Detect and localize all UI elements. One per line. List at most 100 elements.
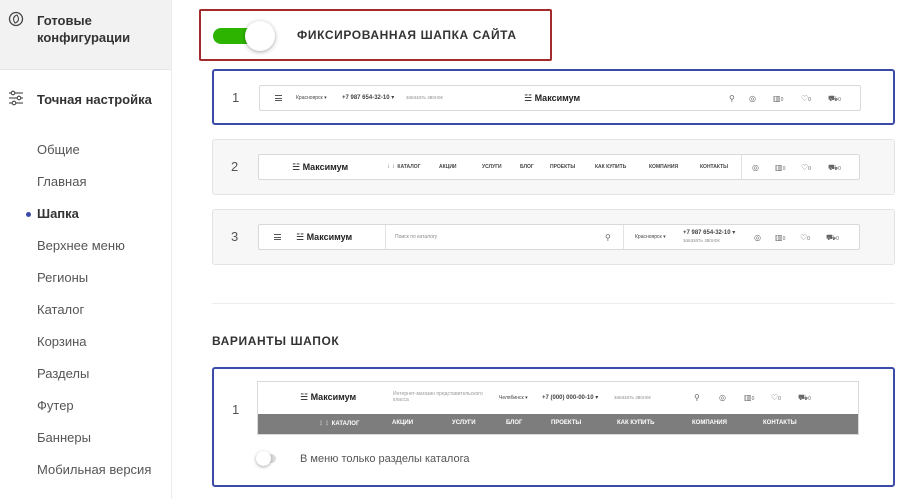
preview-nav-item: УСЛУГИ	[482, 164, 502, 170]
favorites-icon: ♡0	[771, 393, 781, 403]
toggle-knob	[245, 21, 275, 51]
ready-configs-title: Готовые конфигурации	[37, 13, 131, 45]
sliders-icon	[9, 90, 23, 106]
preview-phone: +7 987 654-32-10 ▾	[683, 230, 736, 236]
header-variant-1[interactable]: 1 ☱ Максимум Интернет-магазин представит…	[212, 367, 895, 487]
logo-text: Максимум	[310, 392, 357, 402]
preview-divider	[385, 225, 386, 249]
preview-divider	[741, 155, 742, 179]
preview-nav-item: АКЦИИ	[392, 420, 414, 426]
user-icon: ◎	[719, 393, 726, 402]
compare-badge: 0	[751, 396, 755, 402]
fine-settings-title: Точная настройка	[37, 92, 152, 107]
variant-number: 1	[232, 90, 240, 105]
cart-icon: ⛟0	[798, 393, 811, 403]
catalog-sections-toggle[interactable]	[256, 451, 278, 466]
favorites-badge: 0	[808, 166, 811, 172]
logo-mark-icon: ☱	[296, 232, 307, 242]
preview-logo: ☱ Максимум	[524, 93, 580, 104]
preview-nav-item: БЛОГ	[520, 164, 534, 170]
logo-text: Максимум	[534, 93, 581, 103]
sidebar-item-mobile[interactable]: Мобильная версия	[0, 461, 172, 499]
fixed-header-label: ФИКСИРОВАННАЯ ШАПКА САЙТА	[297, 28, 517, 42]
search-icon: ⚲	[729, 94, 735, 103]
preview-city: Красноярск ▾	[296, 95, 327, 101]
variant-number: 3	[231, 229, 239, 244]
preview-nav-item: АКЦИИ	[439, 164, 457, 170]
burger-icon	[274, 234, 281, 240]
user-icon: ◎	[754, 233, 761, 242]
toggle-knob	[256, 451, 271, 466]
preview-nav-item: БЛОГ	[506, 420, 523, 426]
cart-badge: 0	[838, 166, 841, 172]
variant-number: 2	[231, 159, 239, 174]
preview-nav-item: КАК КУПИТЬ	[617, 420, 655, 426]
preview-logo: ☱ Максимум	[300, 392, 356, 403]
cart-icon: ⛟0	[826, 233, 839, 243]
configs-icon	[8, 11, 24, 27]
fixed-header-setting: ФИКСИРОВАННАЯ ШАПКА САЙТА	[199, 9, 552, 61]
sidebar-item-cart[interactable]: Корзина	[0, 333, 172, 365]
preview-nav-item: КОНТАКТЫ	[700, 164, 729, 170]
fixed-variant-3[interactable]: 3 ☱ Максимум Поиск по каталогу ⚲ Красноя…	[212, 209, 895, 265]
compare-badge: 0	[782, 236, 786, 242]
preview-search: Поиск по каталогу	[395, 234, 438, 240]
favorites-icon: ♡0	[801, 94, 811, 104]
sidebar-item-header[interactable]: Шапка	[0, 205, 172, 237]
preview-phone: +7 987 654-32-10 ▾	[342, 95, 395, 101]
catalog-text: КАТАЛОГ	[331, 421, 360, 427]
favorites-badge: 0	[807, 236, 810, 242]
sidebar-item-top-menu[interactable]: Верхнее меню	[0, 237, 172, 269]
sidebar-item-main[interactable]: Главная	[0, 173, 172, 205]
user-icon: ◎	[749, 94, 756, 103]
settings-menu: Общие Главная Шапка Верхнее меню Регионы…	[0, 141, 172, 499]
cart-icon: ⛟0	[828, 94, 841, 104]
preview-city: Челябинск ▾	[499, 395, 528, 401]
preview-nav-item: УСЛУГИ	[452, 420, 476, 426]
logo-mark-icon: ☱	[292, 162, 303, 172]
favorites-icon: ♡0	[800, 233, 810, 243]
logo-mark-icon: ☱	[300, 392, 311, 402]
compare-icon: ▥0	[775, 233, 786, 243]
sidebar-item-regions[interactable]: Регионы	[0, 269, 172, 301]
fixed-variant-1[interactable]: 1 Красноярск ▾ +7 987 654-32-10 ▾ заказа…	[212, 69, 895, 125]
favorites-badge: 0	[778, 396, 781, 402]
catalog-text: КАТАЛОГ	[397, 164, 421, 170]
fine-settings-section[interactable]: Точная настройка	[0, 86, 172, 126]
preview-nav-item: КОНТАКТЫ	[763, 420, 797, 426]
sidebar-item-catalog[interactable]: Каталог	[0, 301, 172, 333]
preview-callback: заказать звонок	[406, 95, 443, 101]
logo-mark-icon: ☱	[524, 93, 535, 103]
preview-callback: заказать звонок	[683, 238, 720, 244]
compare-badge: 0	[782, 166, 786, 172]
logo-text: Максимум	[306, 232, 353, 242]
sidebar-item-banners[interactable]: Баннеры	[0, 429, 172, 461]
favorites-icon: ♡0	[801, 163, 811, 173]
preview-callback: заказать звонок	[614, 395, 651, 401]
preview-nav-item: ⋮⋮ КАТАЛОГ	[318, 421, 360, 427]
sidebar-item-general[interactable]: Общие	[0, 141, 172, 173]
sidebar-item-sections[interactable]: Разделы	[0, 365, 172, 397]
ready-configs-section[interactable]: Готовые конфигурации	[0, 0, 171, 70]
preview-navbar: ⋮⋮ КАТАЛОГ АКЦИИ УСЛУГИ БЛОГ ПРОЕКТЫ КАК…	[258, 414, 858, 434]
preview-nav-item: ПРОЕКТЫ	[551, 420, 582, 426]
preview-logo: ☱ Максимум	[296, 232, 352, 243]
variant-preview: Красноярск ▾ +7 987 654-32-10 ▾ заказать…	[259, 85, 861, 111]
catalog-sections-label: В меню только разделы каталога	[300, 453, 470, 465]
preview-nav-item: КОМПАНИЯ	[649, 164, 679, 170]
variant-preview: ☱ Максимум Поиск по каталогу ⚲ Красноярс…	[258, 224, 860, 250]
fixed-variant-2[interactable]: 2 ☱ Максимум ⋮⋮ КАТАЛОГ АКЦИИ УСЛУГИ БЛО…	[212, 139, 895, 195]
preview-divider	[623, 225, 624, 249]
search-icon: ⚲	[605, 233, 611, 242]
preview-nav-item: ПРОЕКТЫ	[550, 164, 576, 170]
sidebar-item-footer[interactable]: Футер	[0, 397, 172, 429]
preview-logo: ☱ Максимум	[292, 162, 348, 173]
variant-preview: ☱ Максимум Интернет-магазин представител…	[257, 381, 859, 435]
preview-nav-item: КАК КУПИТЬ	[595, 164, 627, 170]
cart-badge: 0	[836, 236, 839, 242]
compare-icon: ▥0	[775, 163, 786, 173]
logo-text: Максимум	[302, 162, 349, 172]
compare-badge: 0	[780, 97, 784, 103]
cart-badge: 0	[838, 97, 841, 103]
fixed-header-toggle[interactable]	[213, 21, 275, 51]
